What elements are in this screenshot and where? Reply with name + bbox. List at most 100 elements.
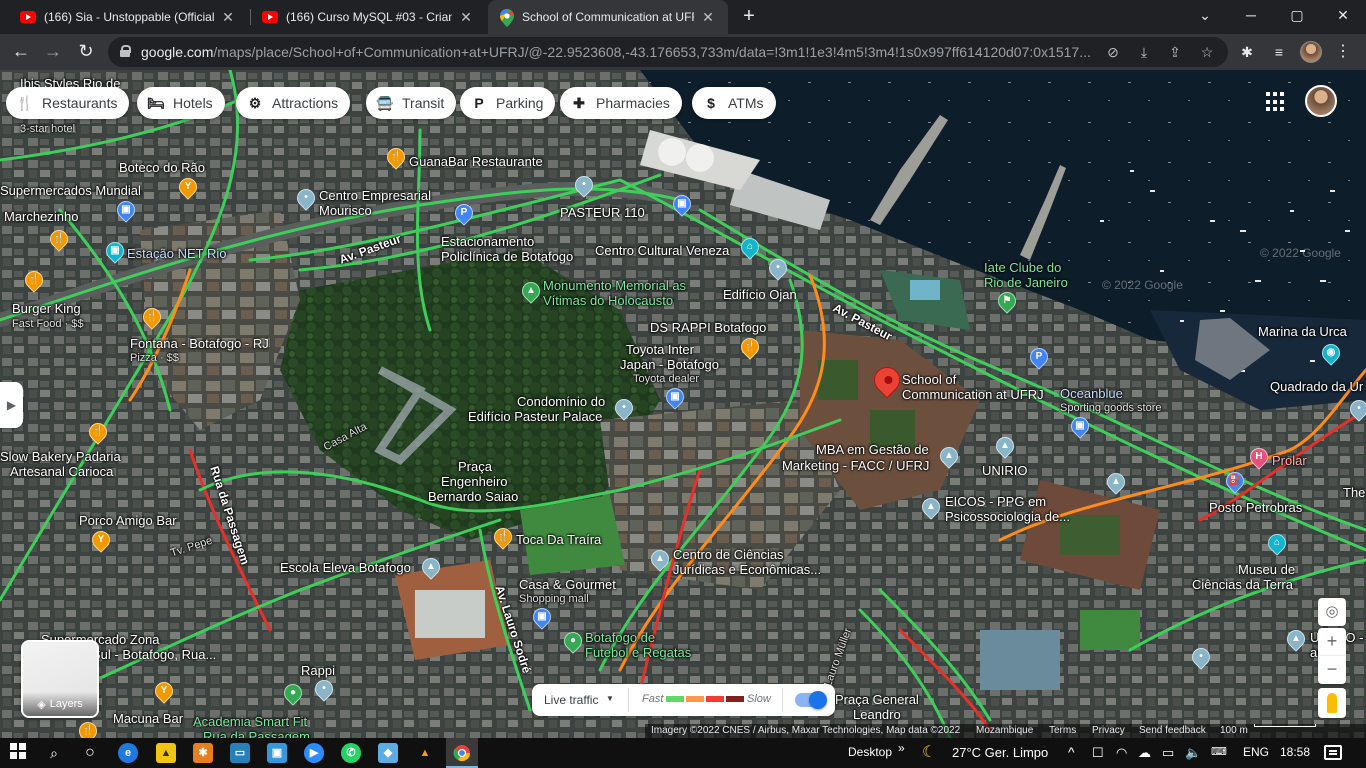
- place-label[interactable]: Estacionamento: [441, 234, 534, 249]
- place-label[interactable]: DS RAPPI Botafogo: [650, 320, 766, 335]
- place-label[interactable]: Slow Bakery Padaria: [0, 449, 121, 464]
- edge-browser-icon[interactable]: e: [118, 743, 138, 763]
- place-label[interactable]: Marina da Urca: [1258, 324, 1347, 339]
- place-label[interactable]: Condomínio do: [517, 394, 605, 409]
- place-label[interactable]: Monumento Memorial as: [543, 278, 686, 293]
- share-icon[interactable]: ⇪: [1166, 43, 1184, 61]
- meet-now-icon[interactable]: ☐: [1092, 745, 1104, 761]
- tab-youtube-mysql[interactable]: (166) Curso MySQL #03 - Criando ✕: [250, 0, 486, 34]
- region-link[interactable]: Mozambique: [976, 724, 1033, 738]
- place-label[interactable]: Posto Petrobras: [1209, 500, 1302, 515]
- place-label[interactable]: Macuna Bar: [113, 711, 183, 726]
- place-label[interactable]: Praça: [458, 459, 492, 474]
- place-label[interactable]: UNIRIO: [982, 463, 1028, 478]
- place-label[interactable]: Burger King: [12, 301, 81, 316]
- chevron-right-icon[interactable]: »: [898, 741, 905, 755]
- url-text[interactable]: google.com/maps/place/School+of+Communic…: [141, 44, 1096, 60]
- tab-youtube-sia[interactable]: (166) Sia - Unstoppable (Official V ✕: [8, 0, 248, 34]
- chip-atms[interactable]: $ ATMs: [692, 87, 776, 119]
- cortana-icon[interactable]: ○: [80, 743, 100, 763]
- compass-icon[interactable]: ◎: [1318, 598, 1346, 626]
- back-arrow-icon[interactable]: ←: [9, 40, 33, 64]
- chip-restaurants[interactable]: 🍴 Restaurants: [6, 87, 130, 119]
- whatsapp-icon[interactable]: ✆: [341, 743, 361, 763]
- app-icon[interactable]: ✱: [193, 743, 213, 763]
- tab-google-maps[interactable]: School of Communication at UFRJ ✕: [488, 0, 728, 34]
- monitor-icon[interactable]: ▣: [267, 743, 287, 763]
- place-label[interactable]: Centro de Ciências: [673, 547, 784, 562]
- install-app-icon[interactable]: ⤓: [1135, 43, 1153, 61]
- place-label[interactable]: Escola Eleva Botafogo: [280, 560, 411, 575]
- place-label[interactable]: Estação NET Rio: [127, 246, 226, 261]
- reload-icon[interactable]: ↻: [74, 40, 98, 64]
- terms-link[interactable]: Terms: [1049, 724, 1076, 738]
- extensions-puzzle-icon[interactable]: ✱: [1238, 43, 1256, 61]
- place-label[interactable]: Centro Cultural Veneza: [595, 243, 729, 258]
- new-tab-button[interactable]: +: [738, 6, 760, 28]
- search-icon[interactable]: ⌕: [44, 743, 64, 763]
- media-control-icon[interactable]: ≡: [1270, 43, 1288, 61]
- traffic-toggle[interactable]: [795, 691, 827, 709]
- place-label[interactable]: Praça General: [835, 692, 919, 707]
- place-label[interactable]: Fontana - Botafogo - RJ: [130, 336, 269, 351]
- clock-time[interactable]: 18:58: [1280, 745, 1310, 759]
- volume-icon[interactable]: 🔈: [1185, 745, 1201, 761]
- tab-search-button[interactable]: ⌄: [1182, 0, 1228, 34]
- profile-avatar[interactable]: [1300, 41, 1322, 63]
- place-label[interactable]: The: [1343, 485, 1365, 500]
- place-label[interactable]: Toyota Inter: [626, 342, 694, 357]
- maximize-button[interactable]: ▢: [1274, 0, 1320, 34]
- app-icon[interactable]: ▲: [156, 743, 176, 763]
- zoom-in-button[interactable]: +: [1318, 628, 1346, 656]
- zoom-out-button[interactable]: −: [1318, 656, 1346, 684]
- place-label-selected[interactable]: School of: [902, 372, 956, 387]
- windows-start-icon[interactable]: [8, 743, 28, 763]
- place-label[interactable]: Botafogo de: [585, 630, 655, 645]
- place-label[interactable]: Academia Smart Fit: [193, 714, 307, 729]
- live-traffic-dropdown[interactable]: Live traffic: [544, 693, 598, 707]
- minimize-button[interactable]: ─: [1228, 0, 1274, 34]
- chevron-down-icon[interactable]: ▼: [606, 694, 614, 703]
- cloud-icon[interactable]: ☁: [1138, 745, 1151, 761]
- place-label[interactable]: Porco Amigo Bar: [79, 513, 177, 528]
- satellite-map[interactable]: Ibis Styles Rio de 3-star hotel Boteco d…: [0, 70, 1366, 738]
- chip-hotels[interactable]: 🛏 Hotels: [137, 87, 225, 119]
- send-feedback-link[interactable]: Send feedback: [1139, 724, 1206, 738]
- place-label[interactable]: Quadrado da Ur: [1270, 379, 1363, 394]
- place-label[interactable]: MBA em Gestão de: [816, 442, 929, 457]
- expand-side-panel-button[interactable]: ▶: [0, 382, 23, 428]
- place-label[interactable]: Toca Da Traíra: [516, 532, 601, 547]
- google-apps-grid-icon[interactable]: [1266, 92, 1286, 112]
- chip-attractions[interactable]: ⚙ Attractions: [236, 87, 351, 119]
- battery-icon[interactable]: ▭: [1162, 745, 1174, 761]
- address-bar[interactable]: google.com/maps/place/School+of+Communic…: [108, 37, 1228, 67]
- place-label[interactable]: GuanaBar Restaurante: [409, 154, 543, 169]
- weather-text[interactable]: 27°C Ger. Limpo: [952, 745, 1048, 760]
- street-view-pegman-icon[interactable]: [1318, 688, 1346, 718]
- forward-arrow-icon[interactable]: →: [41, 40, 65, 64]
- place-label[interactable]: Centro Empresarial: [319, 188, 431, 203]
- keyboard-icon[interactable]: ⌨: [1211, 745, 1227, 758]
- place-label[interactable]: Edifício Ojan: [723, 287, 797, 302]
- place-label[interactable]: Rappi: [301, 663, 335, 678]
- chip-pharmacies[interactable]: ✚ Pharmacies: [560, 87, 682, 119]
- place-label[interactable]: Prolar: [1272, 453, 1307, 468]
- language-indicator[interactable]: ENG: [1243, 745, 1269, 759]
- desktop-toolbar-label[interactable]: Desktop: [848, 745, 892, 759]
- chip-transit[interactable]: 🚍 Transit: [366, 87, 457, 119]
- notification-center-icon[interactable]: [1324, 745, 1342, 760]
- vlc-icon[interactable]: ▲: [415, 743, 435, 763]
- location-blocked-icon[interactable]: ⊘: [1104, 43, 1122, 61]
- privacy-link[interactable]: Privacy: [1092, 724, 1125, 738]
- place-label[interactable]: Marchezinho: [4, 209, 78, 224]
- place-label[interactable]: Boteco do Rão: [119, 160, 205, 175]
- place-label[interactable]: Iate Clube do: [984, 260, 1061, 275]
- place-label[interactable]: EICOS - PPG em: [945, 494, 1046, 509]
- scale-label[interactable]: 100 m: [1220, 724, 1248, 738]
- close-tab-icon[interactable]: ✕: [458, 9, 474, 26]
- place-label[interactable]: Oceanblue: [1060, 386, 1123, 401]
- layers-button[interactable]: ◈ Layers: [21, 640, 99, 718]
- place-label[interactable]: Museu de: [1238, 562, 1295, 577]
- chip-parking[interactable]: P Parking: [460, 87, 556, 119]
- chrome-taskbar-button[interactable]: [446, 738, 478, 768]
